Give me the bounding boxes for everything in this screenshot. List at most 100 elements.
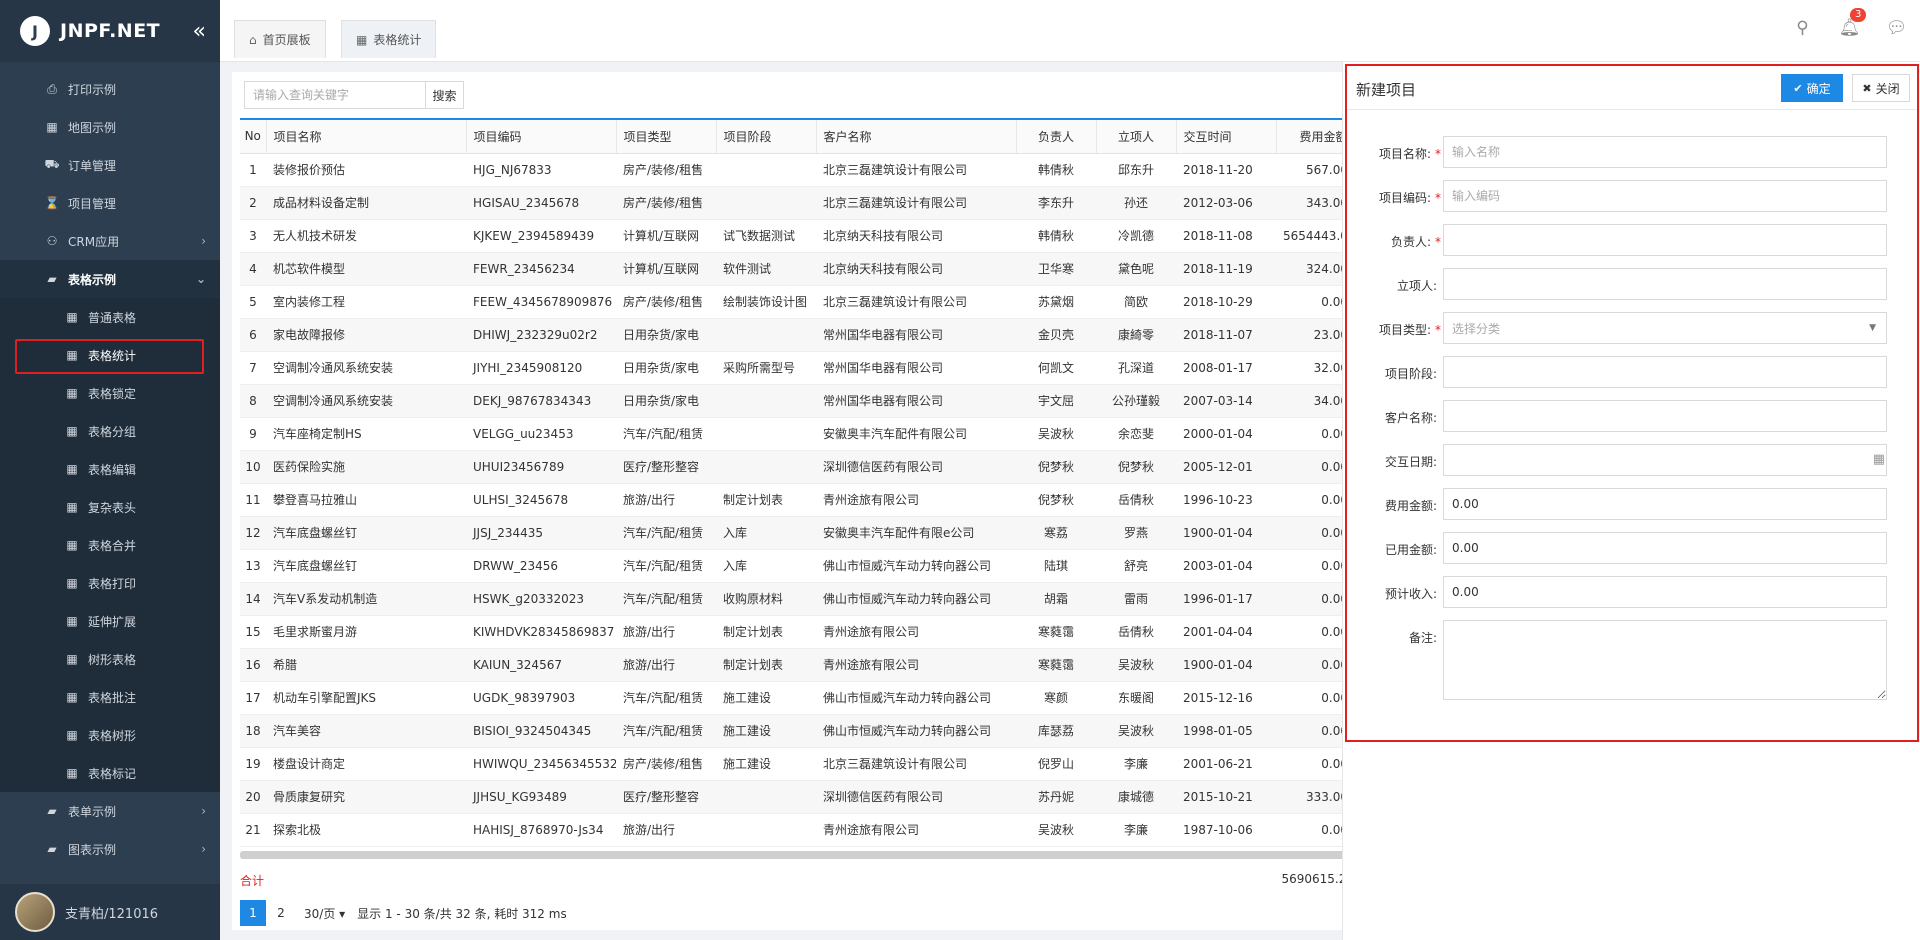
submenu-item-8[interactable]: ▦ 延伸扩展	[0, 602, 220, 640]
table-cell: 何凯文	[1016, 351, 1096, 385]
submenu-item-9[interactable]: ▦ 树形表格	[0, 640, 220, 678]
search-button[interactable]: 搜索	[426, 81, 464, 109]
menu-item-label: 表格示例	[68, 272, 117, 287]
page-2-button[interactable]: 2	[268, 900, 294, 926]
table-row[interactable]: 10 医药保险实施 UHUI23456789 医疗/整形整容 深圳德信医药有限公司 倪梦秋…	[240, 450, 1354, 484]
user-info[interactable]: 支青柏/121016	[0, 884, 220, 940]
submenu-item-12[interactable]: ▦ 表格标记	[0, 754, 220, 792]
message-icon[interactable]: 💬︎	[1873, 18, 1920, 38]
column-header[interactable]: 立项人	[1096, 118, 1177, 154]
sidebar-item-0[interactable]: ⎙ 打印示例	[0, 70, 220, 108]
page-size-select[interactable]: 30/页 ▾	[304, 905, 345, 922]
column-header[interactable]: 项目名称	[266, 118, 467, 154]
table-row[interactable]: 14 汽车V系发动机制造 HSWK_g20332023 汽车/汽配/租赁 收购原材料 佛山…	[240, 582, 1354, 616]
column-header[interactable]: 项目阶段	[716, 118, 817, 154]
table-cell: 北京三磊建筑设计有限公司	[816, 285, 1016, 319]
table-row[interactable]: 15 毛里求斯蜜月游 KIWHDVK28345869837 旅游/出行 制定计划表 青州途…	[240, 615, 1354, 649]
form-input[interactable]	[1443, 532, 1887, 564]
submenu-item-0[interactable]: ▦ 普通表格	[0, 298, 220, 336]
sidebar-item-2[interactable]: ⛟ 订单管理	[0, 146, 220, 184]
avatar[interactable]	[15, 892, 55, 932]
table-row[interactable]: 6 家电故障报修 DHIWJ_232329u02r2 日用杂货/家电 常州国华电器有限公…	[240, 318, 1354, 352]
submenu-item-7[interactable]: ▦ 表格打印	[0, 564, 220, 602]
submenu-item-10[interactable]: ▦ 表格批注	[0, 678, 220, 716]
table-cell: 旅游/出行	[616, 813, 716, 847]
table-cell: 常州国华电器有限公司	[816, 351, 1016, 385]
tab-table-stats[interactable]: ▦ 表格统计	[341, 20, 437, 58]
submenu-item-11[interactable]: ▦ 表格树形	[0, 716, 220, 754]
column-header[interactable]: 客户名称	[816, 118, 1017, 154]
calendar-icon[interactable]: ▦	[1873, 452, 1885, 467]
submenu-item-5[interactable]: ▦ 复杂表头	[0, 488, 220, 526]
search-icon[interactable]: ⚲	[1779, 18, 1826, 38]
table-cell: 医疗/整形整容	[616, 450, 716, 484]
table-cell	[716, 450, 816, 484]
sidebar-item-3[interactable]: ⌛ 项目管理	[0, 184, 220, 222]
menu-item-label: 表单示例	[68, 804, 117, 819]
table-row[interactable]: 17 机动车引擎配置JKS UGDK_98397903 汽车/汽配/租赁 施工建设 佛山市…	[240, 681, 1354, 715]
table-row[interactable]: 11 攀登喜马拉雅山 ULHSI_3245678 旅游/出行 制定计划表 青州途旅有限公司…	[240, 483, 1354, 517]
bell-icon[interactable]: 🔔︎ 3	[1826, 8, 1873, 38]
table-row[interactable]: 9 汽车座椅定制HS VELGG_uu23453 汽车/汽配/租赁 安徽奥丰汽车配件有限…	[240, 417, 1354, 451]
tab-home[interactable]: ⌂ 首页展板	[234, 20, 326, 58]
form-input[interactable]	[1443, 268, 1887, 300]
form-input[interactable]	[1443, 180, 1887, 212]
table-cell: 装修报价预估	[266, 153, 466, 187]
table-cell: 2018-10-29	[1176, 285, 1276, 319]
date-input[interactable]	[1443, 444, 1887, 476]
submenu-item-1[interactable]: ▦ 表格统计	[0, 336, 220, 374]
table-row[interactable]: 3 无人机技术研发 KJKEW_2394589439 计算机/互联网 试飞数据测试 北京纳…	[240, 219, 1354, 253]
collapse-menu-icon[interactable]: «	[193, 19, 206, 44]
menu-item-label: 地图示例	[68, 120, 117, 135]
form-input[interactable]	[1443, 400, 1887, 432]
table-row[interactable]: 1 装修报价预估 HJG_NJ67833 房产/装修/租售 北京三磊建筑设计有限公司 韩倩…	[240, 153, 1354, 187]
form-input[interactable]	[1443, 356, 1887, 388]
submenu-item-4[interactable]: ▦ 表格编辑	[0, 450, 220, 488]
table-row[interactable]: 2 成品材料设备定制 HGISAU_2345678 房产/装修/租售 北京三磊建筑设计有…	[240, 186, 1354, 220]
submenu-item-3[interactable]: ▦ 表格分组	[0, 412, 220, 450]
table-row[interactable]: 16 希腊 KAIUN_324567 旅游/出行 制定计划表 青州途旅有限公司 寒蕤霭 吴波秋…	[240, 648, 1354, 682]
column-header[interactable]: 项目类型	[616, 118, 717, 154]
form-input[interactable]	[1443, 576, 1887, 608]
table-row[interactable]: 4 机芯软件模型 FEWR_23456234 计算机/互联网 软件测试 北京纳天科技有限公…	[240, 252, 1354, 286]
form-input[interactable]	[1443, 488, 1887, 520]
column-header[interactable]: 交互时间	[1176, 118, 1277, 154]
sidebar-item-5[interactable]: ▰ 表格示例 ⌄	[0, 260, 220, 298]
remark-textarea[interactable]	[1443, 620, 1887, 700]
sidebar-group-0[interactable]: ▰ 表单示例 ›	[0, 792, 220, 830]
submenu-item-2[interactable]: ▦ 表格锁定	[0, 374, 220, 412]
column-header[interactable]: 负责人	[1016, 118, 1097, 154]
form-input[interactable]	[1443, 136, 1887, 168]
form-input[interactable]	[1443, 224, 1887, 256]
project-type-select[interactable]: 选择分类 ▼	[1443, 312, 1887, 344]
horizontal-scrollbar[interactable]	[240, 850, 1354, 859]
table-cell: HAHISJ_8768970-Js34	[466, 813, 616, 847]
table-cell: 2008-01-17	[1176, 351, 1276, 385]
table-row[interactable]: 8 空调制冷通风系统安装 DEKJ_98767834343 日用杂货/家电 常州国华电器…	[240, 384, 1354, 418]
table-cell: 1996-01-17	[1176, 582, 1276, 616]
sidebar-item-1[interactable]: ▦ 地图示例	[0, 108, 220, 146]
table-row[interactable]: 7 空调制冷通风系统安装 JIYHI_2345908120 日用杂货/家电 采购所需型号…	[240, 351, 1354, 385]
field-label-text: 项目阶段:	[1384, 367, 1437, 381]
confirm-button[interactable]: ✔ 确定	[1781, 74, 1843, 102]
column-header[interactable]: 项目编码	[466, 118, 617, 154]
search-input[interactable]	[244, 81, 426, 109]
sidebar-item-4[interactable]: ⚇ CRM应用 ›	[0, 222, 220, 260]
table-row[interactable]: 12 汽车底盘螺丝钉 JJSJ_234435 汽车/汽配/租赁 入库 安徽奥丰汽车配件有限…	[240, 516, 1354, 550]
close-button[interactable]: ✖ 关闭	[1852, 74, 1910, 102]
table-row[interactable]: 13 汽车底盘螺丝钉 DRWW_23456 汽车/汽配/租赁 入库 佛山市恒威汽车动力转向…	[240, 549, 1354, 583]
submenu-item-6[interactable]: ▦ 表格合并	[0, 526, 220, 564]
table-cell	[716, 186, 816, 220]
table-row[interactable]: 20 骨质康复研究 JJHSU_KG93489 医疗/整形整容 深圳德信医药有限公司 苏丹…	[240, 780, 1354, 814]
table-row[interactable]: 19 楼盘设计商定 HWIWQU_23456345532 房产/装修/租售 施工建设 北京…	[240, 747, 1354, 781]
table-row[interactable]: 21 探索北极 HAHISJ_8768970-Js34 旅游/出行 青州途旅有限公司 吴波…	[240, 813, 1354, 847]
menu-item-label: 打印示例	[68, 82, 117, 97]
column-header[interactable]: No	[240, 118, 267, 154]
field-label: 负责人: *	[1347, 233, 1441, 250]
page-1-button[interactable]: 1	[240, 900, 266, 926]
caret-down-icon: ▼	[1869, 323, 1876, 333]
table-row[interactable]: 5 室内装修工程 FEEW_4345678909876 房产/装修/租售 绘制装饰设计图…	[240, 285, 1354, 319]
field-label: 项目名称: *	[1347, 145, 1441, 162]
sidebar-group-1[interactable]: ▰ 图表示例 ›	[0, 830, 220, 868]
table-row[interactable]: 18 汽车美容 BISIOI_9324504345 汽车/汽配/租赁 施工建设 佛山市恒威…	[240, 714, 1354, 748]
